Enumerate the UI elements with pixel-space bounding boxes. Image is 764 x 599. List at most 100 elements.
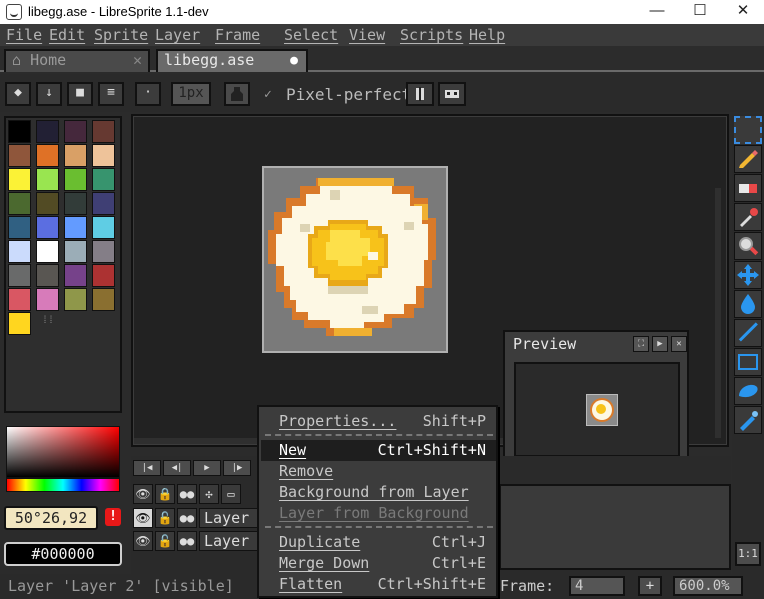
blur-tool-icon[interactable] (734, 406, 762, 434)
foreground-color-hex[interactable]: #000000 (4, 542, 122, 566)
layer-context-menu[interactable]: Properties... Shift+P New Ctrl+Shift+N Remov… (257, 405, 498, 598)
menu-scripts[interactable]: Scripts (400, 26, 463, 44)
tab-libegg[interactable]: libegg.ase ● (156, 49, 308, 72)
preview-window[interactable]: Preview ⛶ ▶ ✕ (503, 330, 689, 464)
layer-lock-icon[interactable]: 🔓 (155, 508, 175, 528)
minimize-button[interactable]: — (634, 0, 680, 24)
palette-swatch[interactable] (36, 288, 59, 311)
paint-bucket-tool-icon[interactable] (734, 290, 762, 318)
line-tool-icon[interactable] (734, 319, 762, 347)
timeline-cel-grid[interactable] (499, 484, 731, 570)
brush-line-button[interactable]: ≡ (98, 82, 124, 106)
palette-swatch[interactable] (92, 120, 115, 143)
zoom-tool-icon[interactable] (734, 232, 762, 260)
palette-swatch[interactable] (8, 144, 31, 167)
rectangle-tool-icon[interactable] (734, 348, 762, 376)
saturation-value-picker[interactable] (6, 426, 120, 478)
menu-item-new[interactable]: New Ctrl+Shift+N (261, 440, 496, 461)
menu-sprite[interactable]: Sprite (94, 26, 148, 44)
palette-swatch[interactable] (64, 120, 87, 143)
header-continuous-icon[interactable]: ●● (177, 484, 197, 504)
palette-swatch[interactable] (8, 192, 31, 215)
palette-swatch[interactable] (8, 288, 31, 311)
palette-swatch[interactable] (36, 120, 59, 143)
preview-close-button[interactable]: ✕ (671, 336, 687, 352)
palette-swatch[interactable] (92, 240, 115, 263)
palette-swatch[interactable] (36, 216, 59, 239)
tab-close-icon[interactable]: ✕ (133, 51, 142, 70)
palette-swatch[interactable] (92, 144, 115, 167)
header-visibility-icon[interactable]: 👁 (133, 484, 153, 504)
menu-layer[interactable]: Layer (155, 26, 200, 44)
palette-swatch[interactable] (36, 168, 59, 191)
palette-swatch[interactable] (92, 192, 115, 215)
palette-swatch[interactable] (64, 216, 87, 239)
menu-edit[interactable]: Edit (49, 26, 85, 44)
menu-frame[interactable]: Frame (215, 26, 260, 44)
menu-item-duplicate[interactable]: Duplicate Ctrl+J (261, 532, 496, 553)
palette-swatch[interactable] (64, 144, 87, 167)
menu-item-remove[interactable]: Remove (261, 461, 496, 482)
pixel-perfect-checkbox[interactable]: ✓ (264, 88, 278, 102)
layer-visibility-icon[interactable]: 👁 (133, 531, 153, 551)
palette-swatch[interactable] (64, 264, 87, 287)
vertical-scrollbar[interactable] (715, 188, 721, 438)
palette-swatch[interactable] (64, 192, 87, 215)
contour-tool-icon[interactable] (734, 377, 762, 405)
layer-continuous-icon[interactable]: ●● (177, 508, 197, 528)
palette-swatch[interactable] (8, 120, 31, 143)
menu-view[interactable]: View (349, 26, 385, 44)
move-tool-icon[interactable] (734, 261, 762, 289)
brush-square-button[interactable]: ■ (67, 82, 93, 106)
zoom-field[interactable]: 600.0% (673, 576, 743, 596)
play-button[interactable]: ▶ (193, 460, 221, 476)
eraser-tool-icon[interactable] (734, 174, 762, 202)
ink-bottle-button[interactable] (224, 82, 250, 106)
first-frame-button[interactable]: |◀ (133, 460, 161, 476)
marquee-tool-icon[interactable] (734, 116, 762, 144)
palette-swatch[interactable] (8, 168, 31, 191)
maximize-button[interactable]: ☐ (677, 0, 723, 24)
menu-help[interactable]: Help (469, 26, 505, 44)
palette-swatch[interactable] (36, 144, 59, 167)
prev-frame-button[interactable]: ◀| (163, 460, 191, 476)
header-lock-icon[interactable]: 🔒 (155, 484, 175, 504)
palette-swatch[interactable] (36, 240, 59, 263)
brush-dropdown-button[interactable]: ↓ (36, 82, 62, 106)
palette-swatch[interactable] (8, 264, 31, 287)
menu-item-background-from-layer[interactable]: Background from Layer (261, 482, 496, 503)
frame-number-field[interactable]: 4 (569, 576, 625, 596)
brush-dot-button[interactable]: · (135, 82, 161, 106)
palette-swatch[interactable] (92, 264, 115, 287)
palette-swatch[interactable] (36, 192, 59, 215)
modified-dot-icon[interactable]: ● (290, 51, 298, 70)
palette-swatch[interactable] (36, 264, 59, 287)
close-button[interactable]: ✕ (720, 0, 764, 24)
palette-swatch[interactable] (64, 288, 87, 311)
last-frame-button[interactable]: |▶ (223, 460, 251, 476)
layer-visibility-icon[interactable]: 👁 (133, 508, 153, 528)
fit-to-screen-button[interactable]: 1:1 (735, 542, 761, 566)
hue-slider[interactable] (6, 478, 120, 492)
palette-resize-grip[interactable]: ⁞⁞ (42, 315, 54, 327)
symmetry-vertical-button[interactable] (406, 82, 434, 106)
pencil-tool-icon[interactable] (734, 145, 762, 173)
palette-swatch[interactable] (8, 312, 31, 335)
header-frame-icon[interactable]: ▭ (221, 484, 241, 504)
palette-swatch[interactable] (92, 288, 115, 311)
palette-swatch[interactable] (64, 240, 87, 263)
brush-size-field[interactable]: 1px (171, 82, 211, 106)
header-onion-skin-icon[interactable]: ✣ (199, 484, 219, 504)
layer-continuous-icon[interactable]: ●● (177, 531, 197, 551)
eyedropper-tool-icon[interactable] (734, 203, 762, 231)
menu-item-properties[interactable]: Properties... Shift+P (261, 411, 496, 432)
preview-play-button[interactable]: ▶ (652, 336, 668, 352)
menu-select[interactable]: Select (284, 26, 338, 44)
palette-swatch[interactable] (92, 216, 115, 239)
palette-swatch[interactable] (64, 168, 87, 191)
menu-item-merge-down[interactable]: Merge Down Ctrl+E (261, 553, 496, 574)
sprite-canvas[interactable] (262, 166, 448, 353)
layer-lock-icon[interactable]: 🔓 (155, 531, 175, 551)
palette-swatch[interactable] (8, 240, 31, 263)
warning-icon[interactable]: ! (105, 508, 121, 526)
